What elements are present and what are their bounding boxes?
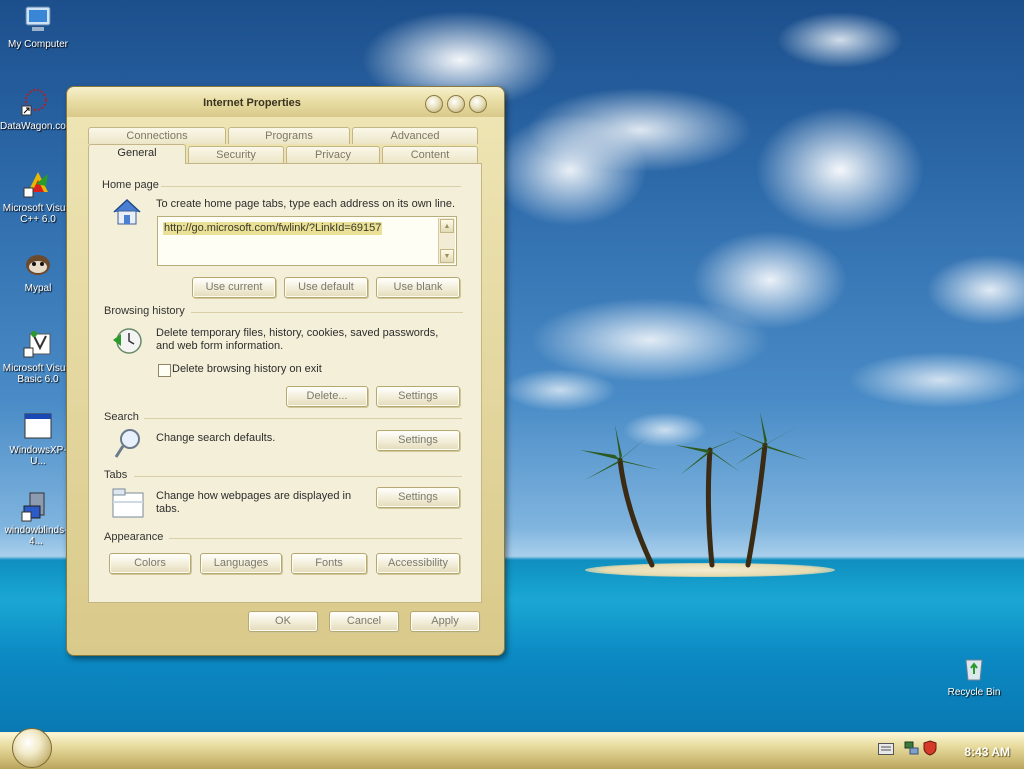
- desktop-icon-label: windowblinds-4...: [4, 525, 68, 547]
- taskbar: [0, 732, 1024, 769]
- home-page-description: To create home page tabs, type each addr…: [156, 198, 456, 210]
- desktop-icon-label: My Computer: [7, 39, 68, 50]
- desktop-icon-label: Recycle Bin: [947, 687, 1001, 698]
- delete-on-exit-label[interactable]: Delete browsing history on exit: [172, 363, 322, 376]
- use-blank-button[interactable]: Use blank: [376, 277, 460, 298]
- desktop-icon-visual-basic[interactable]: Microsoft Visual Basic 6.0: [2, 328, 74, 385]
- search-description: Change search defaults.: [156, 432, 276, 444]
- datawagon-shortcut-icon: [21, 89, 47, 116]
- keyboard-icon[interactable]: [878, 743, 894, 755]
- minimize-button[interactable]: [425, 95, 443, 113]
- home-page-url-textarea[interactable]: http://go.microsoft.com/fwlink/?LinkId=6…: [157, 216, 457, 266]
- home-icon: [113, 198, 141, 225]
- visual-cpp-shortcut-icon: [23, 172, 48, 198]
- apply-button[interactable]: Apply: [410, 611, 480, 632]
- desktop-icon-label: WindowsXP-U...: [9, 445, 67, 467]
- use-default-button[interactable]: Use default: [284, 277, 368, 298]
- home-page-group-label: Home page: [102, 179, 159, 191]
- taskbar-clock[interactable]: 8:43 AM: [964, 745, 1010, 759]
- tabs-description: Change how webpages are displayed in tab…: [156, 490, 352, 515]
- desktop-icon-visual-cpp[interactable]: Microsoft Visual C++ 6.0: [2, 168, 74, 225]
- tab-privacy[interactable]: Privacy: [286, 146, 380, 163]
- start-button[interactable]: [12, 728, 52, 768]
- group-divider: [161, 186, 461, 187]
- browsing-history-group-label: Browsing history: [104, 305, 185, 317]
- home-page-url-value: http://go.microsoft.com/fwlink/?LinkId=6…: [163, 222, 383, 235]
- home-page-scrollbar[interactable]: ▲ ▼: [438, 218, 455, 264]
- search-settings-button[interactable]: Settings: [376, 430, 460, 451]
- browsing-history-description: Delete temporary files, history, cookies…: [156, 327, 439, 352]
- search-magnifier-icon: [114, 429, 140, 458]
- maximize-button[interactable]: [447, 95, 465, 113]
- use-current-button[interactable]: Use current: [192, 277, 276, 298]
- desktop-icon-label: Microsoft Visual C++ 6.0: [2, 203, 74, 225]
- desktop-icon-windowsxp-u[interactable]: WindowsXP-U...: [2, 410, 74, 467]
- group-divider: [169, 538, 462, 539]
- desktop-icon-my-computer[interactable]: My Computer: [2, 4, 74, 50]
- computer-icon: [25, 6, 51, 31]
- general-tab-panel: Home page To create home page tabs, type…: [88, 163, 482, 603]
- security-shield-icon[interactable]: [922, 740, 938, 756]
- tab-advanced[interactable]: Advanced: [352, 127, 478, 144]
- desktop-icon-windowblinds[interactable]: windowblinds-4...: [0, 490, 72, 547]
- delete-history-button[interactable]: Delete...: [286, 386, 368, 407]
- group-divider: [191, 312, 463, 313]
- network-icon[interactable]: [904, 740, 920, 756]
- visual-basic-shortcut-icon: [23, 331, 51, 358]
- tab-general[interactable]: General: [88, 144, 186, 164]
- scroll-up-arrow-icon[interactable]: ▲: [440, 219, 454, 233]
- recycle-bin-icon: [965, 659, 983, 681]
- tabs-group-label: Tabs: [104, 469, 128, 481]
- group-divider: [134, 476, 462, 477]
- delete-on-exit-checkbox[interactable]: [158, 364, 171, 377]
- accessibility-button[interactable]: Accessibility: [376, 553, 460, 574]
- window-title: Internet Properties: [203, 97, 301, 109]
- palm-trees-image: [580, 412, 808, 568]
- mypal-browser-icon: [26, 255, 50, 275]
- window-app-icon: [24, 413, 52, 439]
- desktop-icon-recycle-bin[interactable]: Recycle Bin: [938, 652, 1010, 698]
- history-clock-icon: [113, 328, 142, 354]
- group-divider: [144, 418, 462, 419]
- tab-programs[interactable]: Programs: [228, 127, 350, 144]
- window-titlebar[interactable]: Internet Properties: [67, 87, 504, 117]
- colors-button[interactable]: Colors: [109, 553, 191, 574]
- tab-connections[interactable]: Connections: [88, 127, 226, 144]
- tab-content[interactable]: Content: [382, 146, 478, 163]
- fonts-button[interactable]: Fonts: [291, 553, 367, 574]
- cancel-button[interactable]: Cancel: [329, 611, 399, 632]
- search-group-label: Search: [104, 411, 139, 423]
- desktop-icon-label: Mypal: [24, 283, 52, 294]
- desktop-icon-mypal[interactable]: Mypal: [2, 248, 74, 294]
- tabbed-windows-icon: [112, 488, 144, 518]
- tab-security[interactable]: Security: [188, 146, 284, 163]
- desktop-icon-datawagon[interactable]: DataWagon.com: [0, 86, 75, 132]
- appearance-group-label: Appearance: [104, 531, 164, 543]
- installer-icon: [21, 492, 45, 522]
- desktop-icon-label: DataWagon.com: [0, 121, 75, 132]
- desktop-icon-label: Microsoft Visual Basic 6.0: [2, 363, 74, 385]
- ok-button[interactable]: OK: [248, 611, 318, 632]
- close-button[interactable]: [469, 95, 487, 113]
- scroll-down-arrow-icon[interactable]: ▼: [440, 249, 454, 263]
- history-settings-button[interactable]: Settings: [376, 386, 460, 407]
- languages-button[interactable]: Languages: [200, 553, 282, 574]
- tabs-settings-button[interactable]: Settings: [376, 487, 460, 508]
